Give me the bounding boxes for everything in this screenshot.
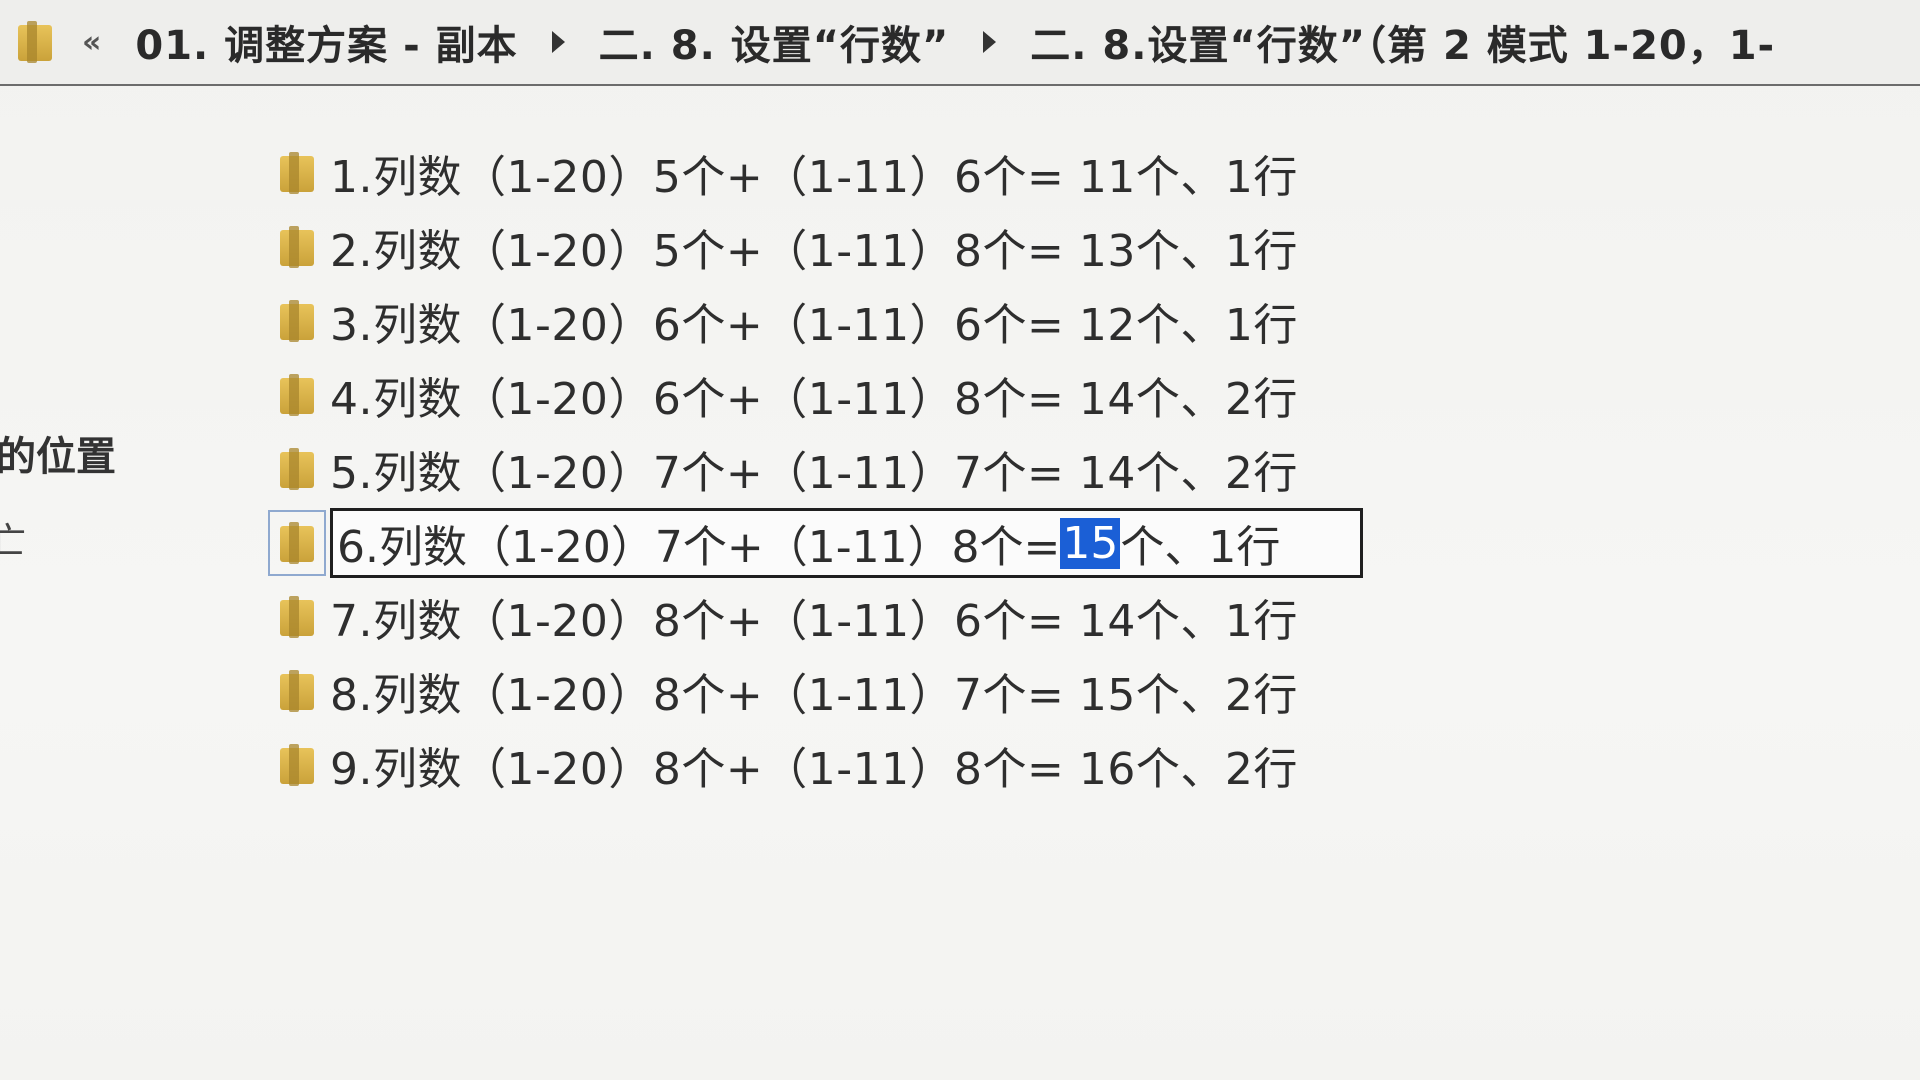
address-bar[interactable]: « 01. 调整方案 - 副本 二. 8. 设置“行数” 二. 8.设置“行数”…	[0, 0, 1920, 86]
file-explorer-window: « 01. 调整方案 - 副本 二. 8. 设置“行数” 二. 8.设置“行数”…	[0, 0, 1920, 1080]
list-item-renaming[interactable]: 6.列数（1-20）7个+（1-11）8个= 15 个、1行	[268, 508, 1364, 578]
breadcrumb-item-1[interactable]: 01. 调整方案 - 副本	[135, 13, 517, 71]
rename-text-after: 个、1行	[1120, 522, 1281, 573]
folder-icon	[280, 744, 314, 786]
nav-pane-item-label[interactable]: 的位置	[0, 424, 116, 482]
folder-icon	[280, 226, 314, 268]
breadcrumb-item-2[interactable]: 二. 8. 设置“行数”	[599, 13, 950, 71]
folder-icon	[280, 596, 314, 638]
chevron-right-icon[interactable]	[551, 31, 565, 53]
folder-icon	[280, 300, 314, 342]
list-item[interactable]: 4.列数（1-20）6个+（1-11）8个= 14个、2行	[280, 364, 1363, 426]
list-item[interactable]: 5.列数（1-20）7个+（1-11）7个= 14个、2行	[280, 438, 1363, 500]
list-item[interactable]: 9.列数（1-20）8个+（1-11）8个= 16个、2行	[280, 734, 1363, 796]
file-name: 5.列数（1-20）7个+（1-11）7个= 14个、2行	[330, 448, 1298, 499]
folder-icon	[280, 448, 314, 490]
rename-input[interactable]: 6.列数（1-20）7个+（1-11）8个= 15 个、1行	[330, 508, 1364, 578]
list-item[interactable]: 1.列数（1-20）5个+（1-11）6个= 11个、1行	[280, 142, 1363, 204]
list-item[interactable]: 7.列数（1-20）8个+（1-11）6个= 14个、1行	[280, 586, 1363, 648]
file-name: 4.列数（1-20）6个+（1-11）8个= 14个、2行	[330, 374, 1298, 425]
file-name: 3.列数（1-20）6个+（1-11）6个= 12个、1行	[330, 300, 1298, 351]
nav-pane-item-label[interactable]: 亡	[0, 512, 26, 564]
rename-text-selected: 15	[1060, 517, 1121, 569]
file-name: 2.列数（1-20）5个+（1-11）8个= 13个、1行	[330, 226, 1298, 277]
folder-icon	[18, 21, 52, 63]
rename-text-before: 6.列数（1-20）7个+（1-11）8个=	[337, 522, 1061, 573]
folder-icon	[280, 152, 314, 194]
folder-icon	[280, 374, 314, 416]
chevron-right-icon[interactable]	[983, 31, 997, 53]
file-list: 1.列数（1-20）5个+（1-11）6个= 11个、1行 2.列数（1-20）…	[268, 142, 1364, 808]
file-name: 9.列数（1-20）8个+（1-11）8个= 16个、2行	[330, 744, 1298, 795]
list-item[interactable]: 8.列数（1-20）8个+（1-11）7个= 15个、2行	[280, 660, 1363, 722]
folder-icon	[280, 670, 314, 712]
breadcrumb-item-3[interactable]: 二. 8.设置“行数”（第 2 模式 1-20，1-	[1030, 13, 1775, 71]
file-name: 8.列数（1-20）8个+（1-11）7个= 15个、2行	[330, 670, 1298, 721]
list-item[interactable]: 3.列数（1-20）6个+（1-11）6个= 12个、1行	[280, 290, 1363, 352]
file-name: 7.列数（1-20）8个+（1-11）6个= 14个、1行	[330, 596, 1298, 647]
list-item[interactable]: 2.列数（1-20）5个+（1-11）8个= 13个、1行	[280, 216, 1363, 278]
chevron-overflow-icon[interactable]: «	[82, 25, 101, 60]
folder-icon	[268, 510, 326, 576]
file-name: 1.列数（1-20）5个+（1-11）6个= 11个、1行	[330, 152, 1298, 203]
